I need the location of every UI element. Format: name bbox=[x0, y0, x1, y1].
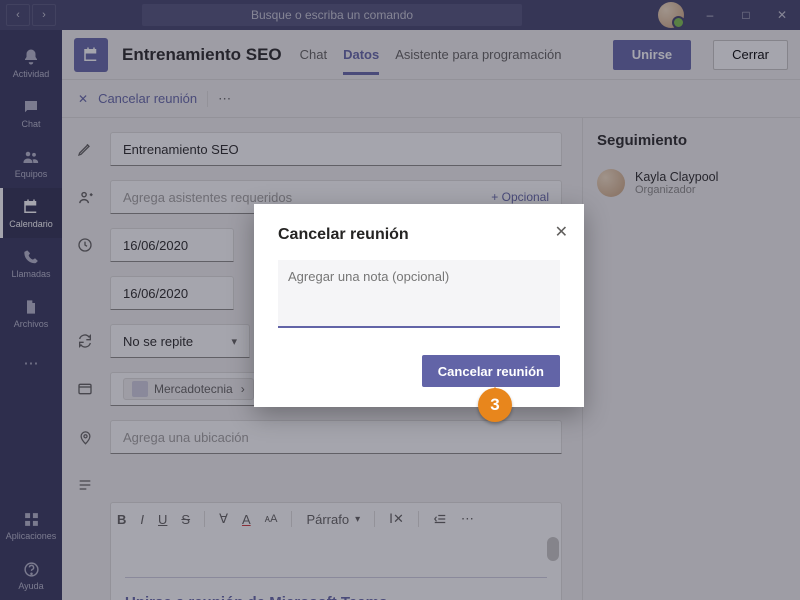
tutorial-step-badge: 3 bbox=[478, 388, 512, 430]
step-number: 3 bbox=[478, 388, 512, 422]
dialog-close-button[interactable]: ✕ bbox=[555, 222, 568, 242]
teams-app-window: ‹ › Busque o escriba un comando – □ ✕ Ac… bbox=[0, 0, 800, 600]
cancel-meeting-dialog: Cancelar reunión ✕ Cancelar reunión bbox=[254, 204, 584, 407]
cancellation-note-input[interactable] bbox=[278, 260, 560, 328]
dialog-title: Cancelar reunión bbox=[278, 226, 560, 244]
